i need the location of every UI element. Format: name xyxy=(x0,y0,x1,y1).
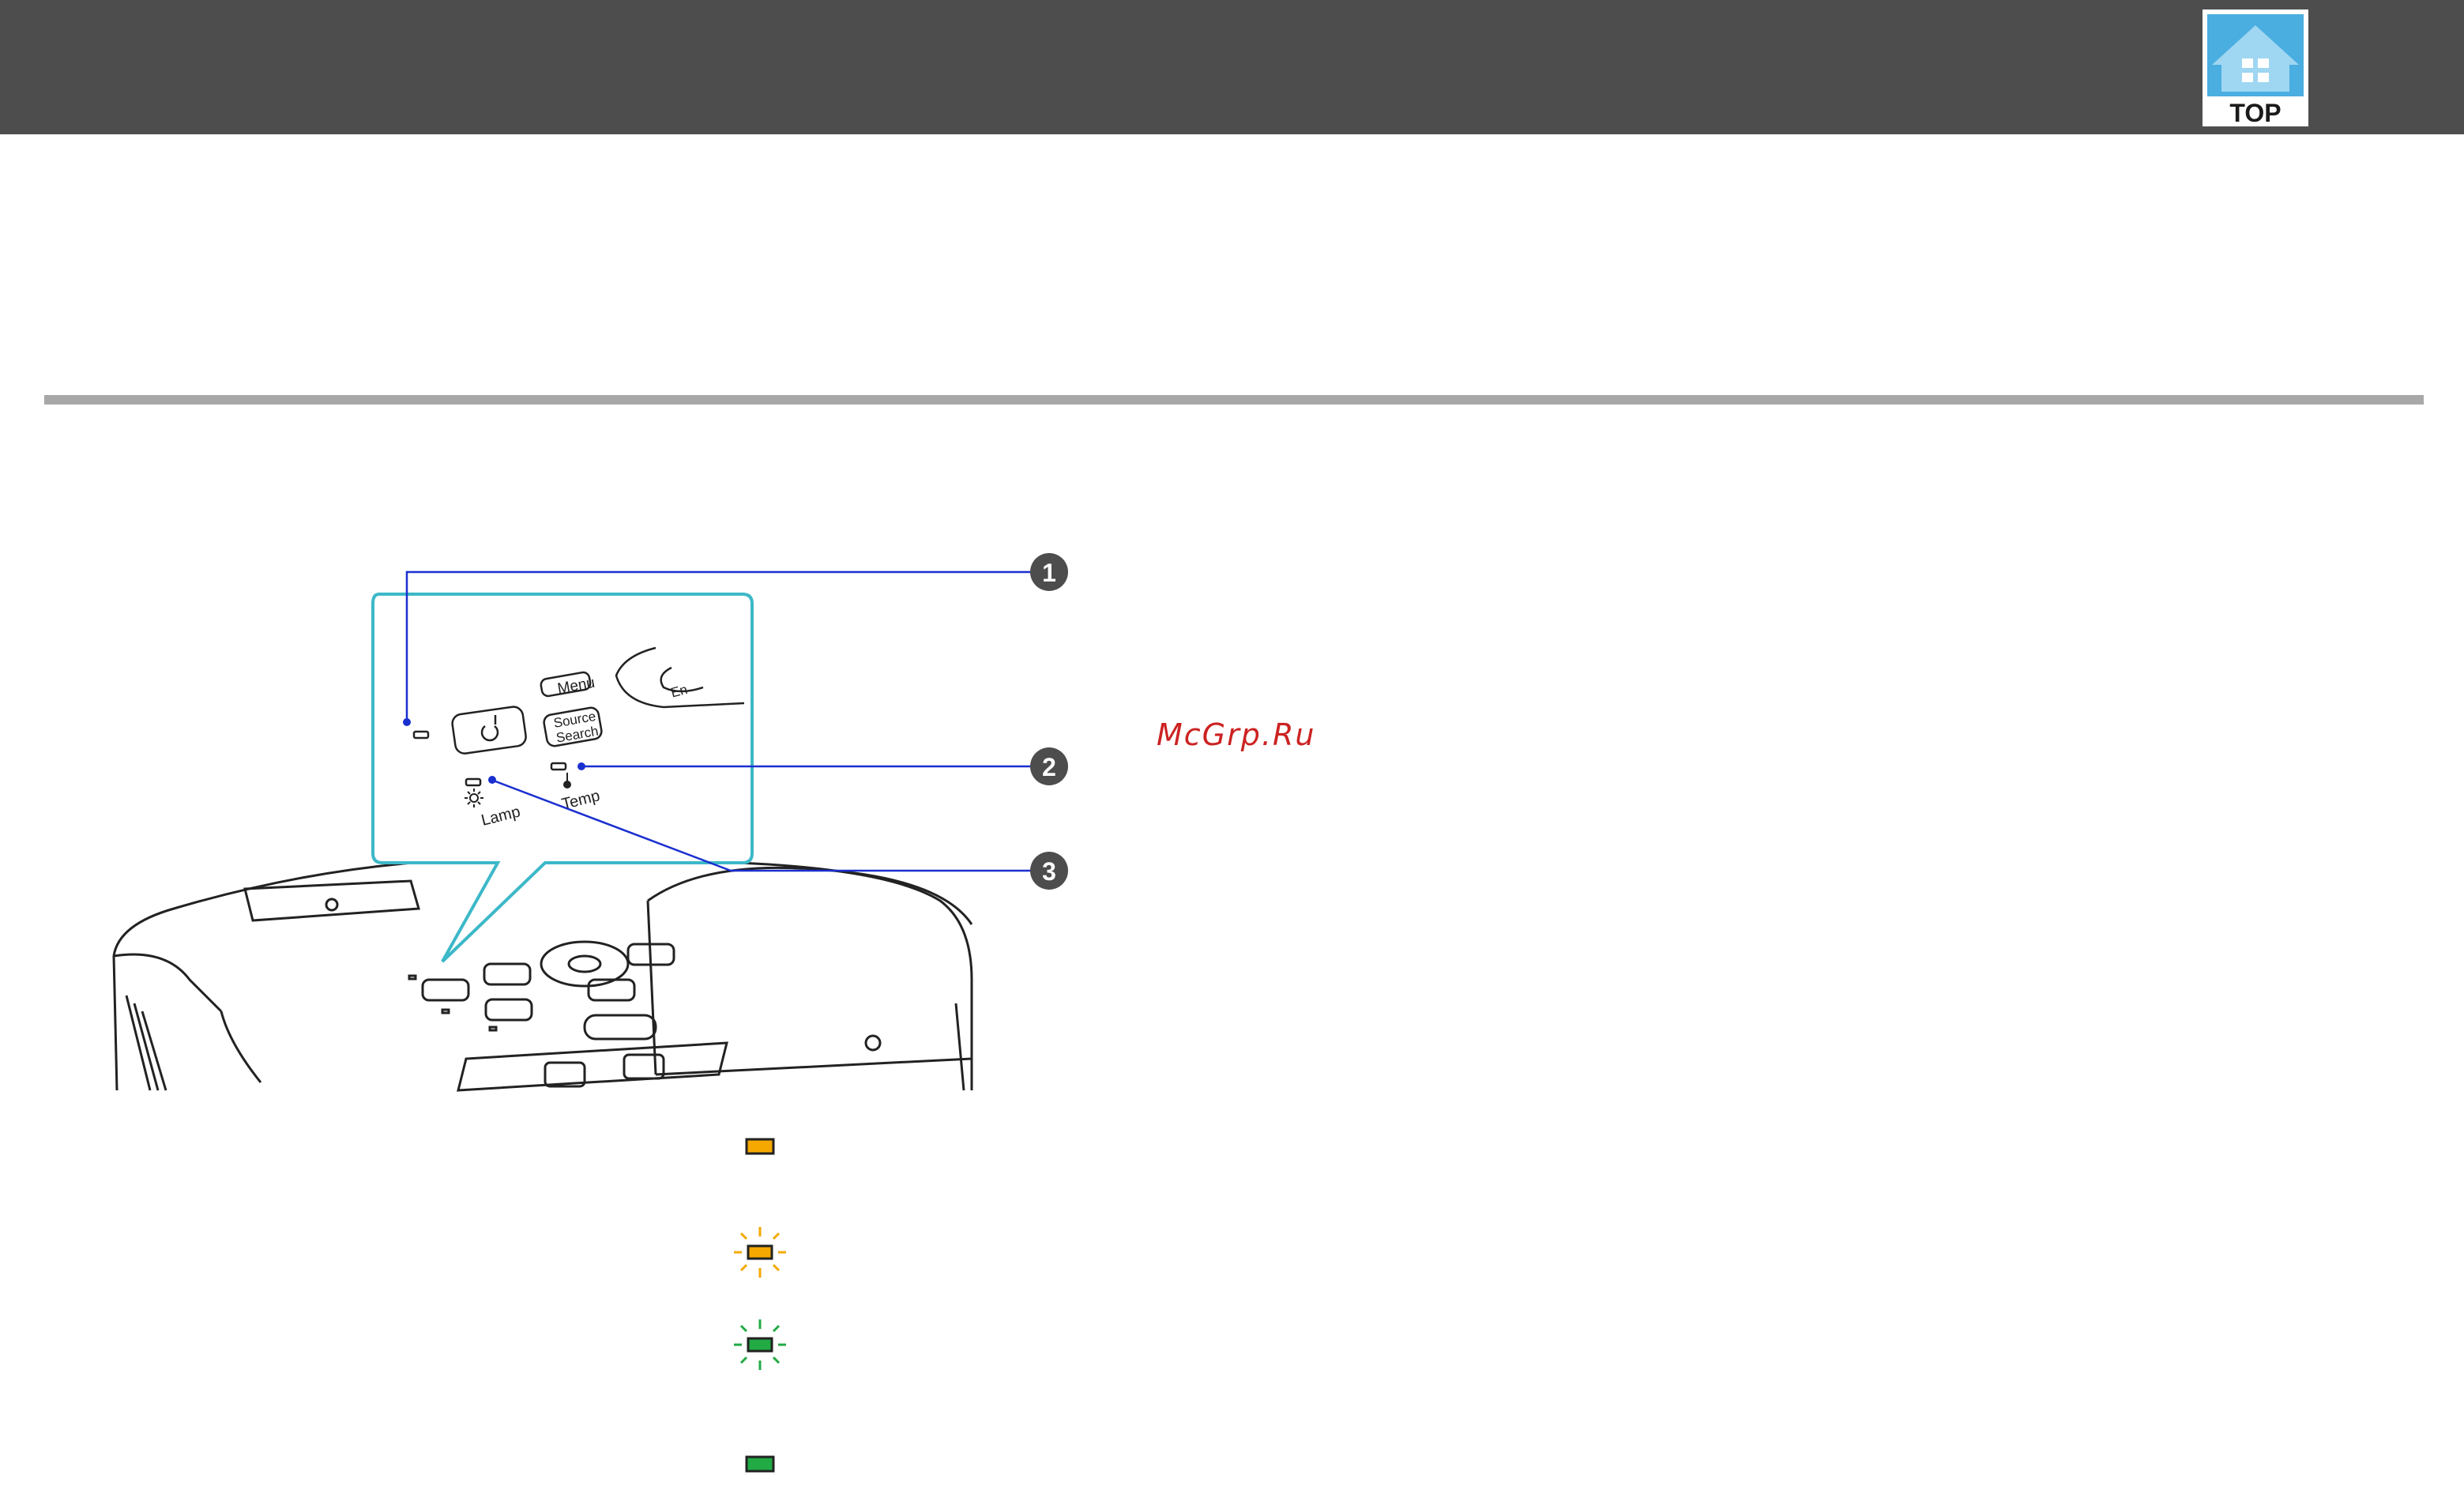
watermark: McGrp.Ru xyxy=(1157,717,1316,752)
callout-3: 3 xyxy=(1030,852,1068,890)
callout-1-label: 1 xyxy=(1042,559,1056,587)
callout-2: 2 xyxy=(1030,747,1068,785)
orange-flashing-indicator-icon xyxy=(729,1221,792,1284)
top-label: TOP xyxy=(2229,99,2281,126)
house-icon: TOP xyxy=(2203,9,2308,126)
section-divider xyxy=(44,395,2424,405)
top-button[interactable]: TOP xyxy=(2203,9,2308,126)
callout-1: 1 xyxy=(1030,553,1068,591)
callout-3-label: 3 xyxy=(1042,857,1056,886)
callout-2-label: 2 xyxy=(1042,753,1056,781)
header-bar xyxy=(0,0,2464,134)
green-flashing-indicator-icon xyxy=(729,1313,792,1376)
projector-control-panel-illustration: Menu Source Search En Lamp Temp 1 2 3 xyxy=(103,537,1082,1098)
green-lit-indicator-icon xyxy=(729,1435,792,1498)
orange-lit-indicator-icon xyxy=(729,1116,792,1179)
